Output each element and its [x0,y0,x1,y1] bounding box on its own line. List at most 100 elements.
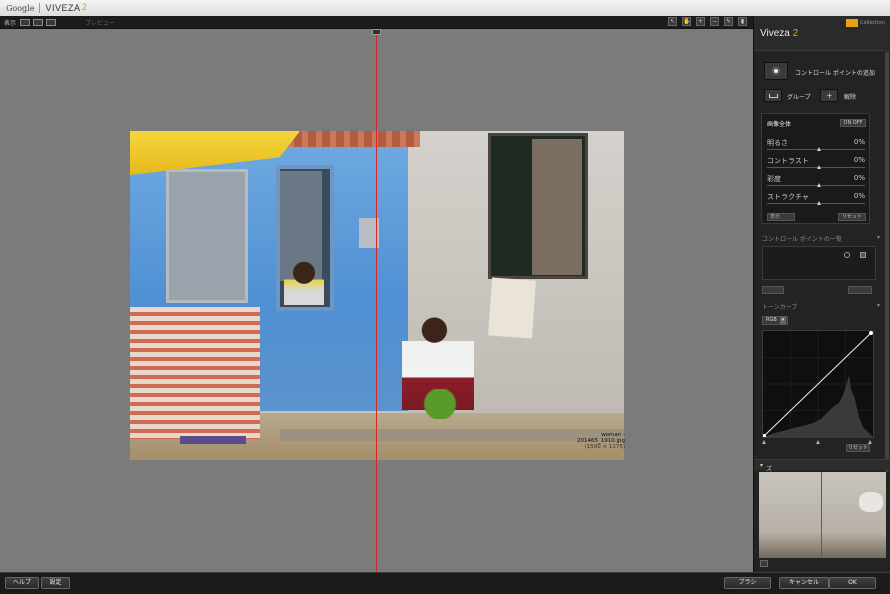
tone-curve-footer: リセット [762,440,874,452]
preview-label: プレビュー [85,19,116,27]
curve-reset-button[interactable]: リセット [846,444,870,452]
cancel-button[interactable]: キャンセル [779,577,829,589]
hand-icon[interactable]: ✋ [682,17,691,26]
split-handle[interactable] [372,29,381,35]
tone-curve-header[interactable]: トーンカーブ ▾ [762,302,880,311]
zoom-out-icon[interactable]: − [710,17,719,26]
global-adjustments-title: 画像全体 [767,121,792,128]
image-door [166,169,248,303]
cp-list-right-button[interactable] [848,286,872,294]
slider-track[interactable] [767,149,865,150]
slider-thumb[interactable] [817,183,821,187]
ungroup-label: 解除 [844,94,857,101]
control-point-icon [772,67,780,75]
preview-image[interactable] [130,131,624,460]
image-info: woman - 201465_1910.jpg (1500 × 1175) [553,432,625,450]
slider-label: ストラクチャ [767,193,809,201]
slider-value: 0% [853,192,865,200]
side-by-side-button[interactable] [46,18,57,26]
image-plant [410,389,470,419]
control-point-list-header[interactable]: コントロール ポイントの一覧 ▾ [762,234,880,243]
control-panel: Collection Viveza 2 コントロール ポイントの追加 グループ … [753,16,890,572]
saturation-slider[interactable]: 彩度 0% [767,174,865,191]
slider-value: 0% [853,174,865,182]
curve-point-white [869,331,873,335]
slider-label: 明るさ [767,139,788,147]
zoom-preview[interactable] [759,472,886,558]
slider-track[interactable] [767,167,865,168]
loupe-icon[interactable] [760,560,768,567]
panel-scrollbar[interactable] [885,52,889,472]
control-point-list[interactable] [762,246,876,280]
title-separator [39,3,41,13]
slider-thumb[interactable] [817,147,821,151]
circle-icon[interactable] [844,252,850,258]
pointer-icon[interactable]: ↖ [668,17,677,26]
black-point-thumb[interactable] [762,440,766,444]
panel-title-version: 2 [792,28,799,39]
preview-canvas[interactable] [0,29,753,572]
ungroup-button[interactable] [820,89,838,102]
eyedropper-icon[interactable]: ✎ [724,17,733,26]
brush-button[interactable]: ブラシ [724,577,771,589]
square-icon[interactable] [860,252,866,258]
brightness-slider[interactable]: 明るさ 0% [767,138,865,155]
global-toggle[interactable]: ON OFF [840,119,866,127]
image-filename: woman - 201465_1910.jpg [576,432,625,444]
zoom-detail [859,492,883,512]
slider-value: 0% [853,138,865,146]
reset-button[interactable]: リセット [838,213,866,221]
collapse-arrow-icon[interactable]: ▾ [877,234,880,241]
slider-track[interactable] [767,203,865,204]
preview-toolbar: 表示 プレビュー ↖ ✋ + − ✎ ▮ [0,16,753,29]
info-icon[interactable]: ▮ [738,17,747,26]
mid-point-thumb[interactable] [816,440,820,444]
collapse-arrow-icon[interactable]: ▾ [877,302,880,309]
image-sign [180,436,246,444]
zoom-split-line [821,472,822,558]
add-control-point-button[interactable] [764,62,788,80]
zoom-in-icon[interactable]: + [696,17,705,26]
split-preview-line[interactable] [376,29,377,572]
add-control-point-label: コントロール ポイントの追加 [795,70,875,77]
image-woman-window [284,259,324,305]
image-dimensions: (1500 × 1175) [584,444,625,450]
settings-button[interactable]: 設定 [41,577,70,589]
view-dropdown[interactable]: 表示 [767,213,795,221]
panel-title-text: Viveza [760,28,790,39]
contrast-slider[interactable]: コントラスト 0% [767,156,865,173]
slider-thumb[interactable] [817,165,821,169]
image-wood-shutter [532,139,582,275]
google-logo: Google [6,3,35,13]
brand-collection-label: Collection [860,20,885,26]
channel-dropdown[interactable]: RGB [762,316,788,325]
global-adjustments: 画像全体 ON OFF 明るさ 0% コントラスト 0% 彩度 0% ストラクチ… [761,113,870,224]
control-point-list-title: コントロール ポイントの一覧 [762,236,842,243]
slider-value: 0% [853,156,865,164]
image-striped-banner [130,307,260,439]
group-button[interactable] [764,89,782,102]
cp-list-left-button[interactable] [762,286,784,294]
app-version: 2 [81,3,88,13]
app-name: VIVEZA [45,3,81,13]
image-roof [280,131,420,147]
slider-thumb[interactable] [817,201,821,205]
group-label: グループ [787,94,811,101]
structure-slider[interactable]: ストラクチャ 0% [767,192,865,209]
slider-label: 彩度 [767,175,781,183]
panel-title: Viveza 2 [760,28,798,39]
single-view-button[interactable] [20,18,31,26]
zoom-header[interactable]: ▾ ズーム [754,459,890,491]
help-button[interactable]: ヘルプ [5,577,39,589]
tone-curve-graph[interactable] [762,330,874,438]
ok-button[interactable]: OK [829,577,876,589]
split-view-button[interactable] [33,18,44,26]
zoom-tools: ↖ ✋ + − ✎ ▮ [663,17,747,26]
bottom-bar: ヘルプ 設定 ブラシ キャンセル OK [0,572,890,594]
tone-curve-svg [762,331,873,438]
view-mode-label: 表示 [4,19,17,27]
slider-label: コントラスト [767,157,809,165]
nik-logo-icon [846,19,858,27]
tone-curve-title: トーンカーブ [762,304,798,311]
slider-track[interactable] [767,185,865,186]
